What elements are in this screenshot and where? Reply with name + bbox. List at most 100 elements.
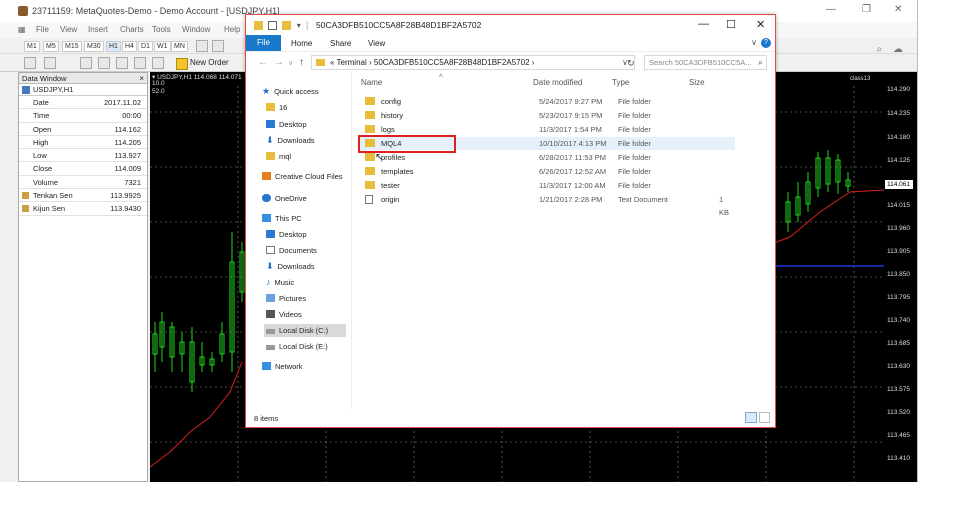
data-window-icon[interactable]	[152, 57, 164, 69]
file-row[interactable]: templates 6/26/2017 12:52 AM File folder	[359, 165, 735, 178]
file-row[interactable]: history 5/23/2017 9:15 PM File folder	[359, 109, 735, 122]
timeframe-m15-button[interactable]: M15	[62, 41, 82, 52]
timeframe-d1-button[interactable]: D1	[138, 41, 153, 52]
file-date: 6/26/2017 12:52 AM	[539, 167, 607, 176]
data-label: Open	[33, 124, 52, 134]
up-arrow-icon[interactable]: ↑	[299, 57, 304, 68]
timeframe-h1-button[interactable]: H1	[106, 41, 121, 52]
market-watch-icon[interactable]	[80, 57, 92, 69]
nav-this-pc[interactable]: This PC	[262, 212, 302, 225]
nav-videos[interactable]: Videos	[266, 308, 302, 321]
nav-16[interactable]: 16	[266, 101, 287, 114]
mt-menu-file[interactable]: File	[36, 25, 49, 34]
nav-pictures[interactable]: Pictures	[266, 292, 306, 305]
mt-menu-view[interactable]: View	[60, 25, 77, 34]
terminal-icon[interactable]	[116, 57, 128, 69]
refresh-icon[interactable]: ↻	[627, 58, 635, 69]
explorer-minimize-button[interactable]: —	[698, 18, 709, 30]
data-value: 00:00	[122, 111, 141, 121]
address-bar[interactable]: « Terminal › 50CA3DFB510CC5A8F28B48D1BF2…	[311, 55, 635, 70]
navigator-icon[interactable]	[98, 57, 110, 69]
nav-creative-cloud[interactable]: Creative Cloud Files	[262, 170, 343, 183]
recent-locations-icon[interactable]: ∨	[288, 59, 293, 67]
separator-icon: |	[305, 20, 309, 30]
chat-icon[interactable]: ☁	[893, 44, 903, 55]
file-row[interactable]: tester 11/3/2017 12:00 AM File folder	[359, 179, 735, 192]
properties-icon[interactable]	[268, 21, 278, 31]
mt-menu-charts[interactable]: Charts	[120, 25, 144, 34]
ribbon-expand-icon[interactable]: ∨	[751, 38, 757, 47]
mt-menu-help[interactable]: Help	[224, 25, 240, 34]
nav-local-disk-c[interactable]: Local Disk (C:)	[264, 324, 346, 337]
nav-mql[interactable]: mql	[266, 150, 291, 163]
nav-music[interactable]: ♪ Music	[266, 276, 294, 289]
data-value: 114.009	[114, 164, 141, 174]
nav-network[interactable]: Network	[262, 360, 303, 373]
explorer-close-button[interactable]: ✕	[756, 18, 765, 31]
file-name: config	[381, 97, 402, 106]
file-type: Text Document	[618, 195, 669, 204]
search-icon[interactable]: ⌕	[758, 56, 763, 69]
explorer-statusbar: 8 items	[246, 409, 775, 427]
data-row-high: High 114.205	[19, 136, 147, 150]
timeframe-m30-button[interactable]: M30	[84, 41, 104, 52]
nav-desktop-quick[interactable]: Desktop	[266, 118, 307, 131]
new-folder-icon[interactable]	[282, 21, 292, 31]
mt-menu-icon[interactable]: ▦	[18, 25, 26, 34]
text-tool-icon[interactable]	[212, 40, 224, 52]
details-view-icon[interactable]	[745, 412, 757, 423]
customize-qa-icon[interactable]: ▾	[297, 21, 301, 30]
nav-downloads-quick[interactable]: ⬇ Downloads	[266, 134, 315, 147]
strategy-tester-icon[interactable]	[134, 57, 146, 69]
mt-menu-insert[interactable]: Insert	[88, 25, 108, 34]
line-studies-icon[interactable]	[196, 40, 208, 52]
ribbon-tab-view[interactable]: View	[368, 39, 385, 48]
help-icon[interactable]: ?	[761, 38, 771, 48]
forward-arrow-icon[interactable]: →	[274, 57, 284, 68]
timeframe-h4-button[interactable]: H4	[122, 41, 137, 52]
mt-menu-tools[interactable]: Tools	[152, 25, 171, 34]
new-order-button[interactable]: New Order	[176, 57, 229, 70]
nav-documents[interactable]: Documents	[266, 244, 317, 257]
ribbon-tab-share[interactable]: Share	[330, 39, 351, 48]
new-chart-icon[interactable]	[24, 57, 36, 69]
nav-onedrive[interactable]: OneDrive	[262, 192, 307, 205]
mt-minimize-button[interactable]: —	[826, 4, 836, 15]
explorer-maximize-button[interactable]: ☐	[726, 18, 736, 31]
back-arrow-icon[interactable]: ←	[258, 57, 268, 68]
mt-maximize-button[interactable]: ❐	[862, 4, 871, 15]
price-axis-label: 113.575	[887, 386, 911, 393]
search-input[interactable]: Search 50CA3DFB510CC5A... ⌕	[644, 55, 767, 70]
file-type: File folder	[618, 153, 651, 162]
column-header-type[interactable]: Type	[612, 78, 629, 87]
nav-downloads[interactable]: ⬇ Downloads	[266, 260, 315, 273]
nav-label: Videos	[279, 310, 302, 319]
nav-quick-access[interactable]: ★ Quick access	[262, 85, 319, 98]
profiles-icon[interactable]	[44, 57, 56, 69]
data-value: 113.9430	[110, 204, 141, 214]
column-header-name[interactable]: Name	[361, 78, 382, 87]
ribbon-tab-file[interactable]: File	[246, 35, 281, 51]
data-row-time: Time 00:00	[19, 109, 147, 123]
timeframe-w1-button[interactable]: W1	[154, 41, 171, 52]
timeframe-mn-button[interactable]: MN	[171, 41, 188, 52]
nav-local-disk-e[interactable]: Local Disk (E:)	[266, 340, 328, 353]
price-axis-label: 113.465	[887, 432, 911, 439]
navigation-pane: ★ Quick access 16 Desktop ⬇ Downloads mql …	[246, 73, 352, 409]
search-icon[interactable]: ⌕	[877, 44, 883, 55]
folder-icon	[365, 111, 375, 119]
data-window-close-button[interactable]: ×	[139, 73, 144, 84]
column-header-date[interactable]: Date modified	[533, 78, 582, 87]
timeframe-m1-button[interactable]: M1	[24, 41, 40, 52]
ribbon-tab-home[interactable]: Home	[291, 39, 312, 48]
mt-close-button[interactable]: ✕	[894, 4, 902, 15]
current-price-label: 114.061	[885, 180, 913, 189]
nav-desktop[interactable]: Desktop	[266, 228, 307, 241]
mt-menu-window[interactable]: Window	[182, 25, 210, 34]
large-icons-view-icon[interactable]	[759, 412, 770, 423]
file-row[interactable]: origin 1/21/2017 2:28 PM Text Document 1 KB	[359, 193, 735, 217]
file-row[interactable]: config 5/24/2017 9:27 PM File folder	[359, 95, 735, 108]
data-row-volume: Volume 7321	[19, 176, 147, 190]
timeframe-m5-button[interactable]: M5	[43, 41, 59, 52]
column-header-size[interactable]: Size	[689, 78, 705, 87]
